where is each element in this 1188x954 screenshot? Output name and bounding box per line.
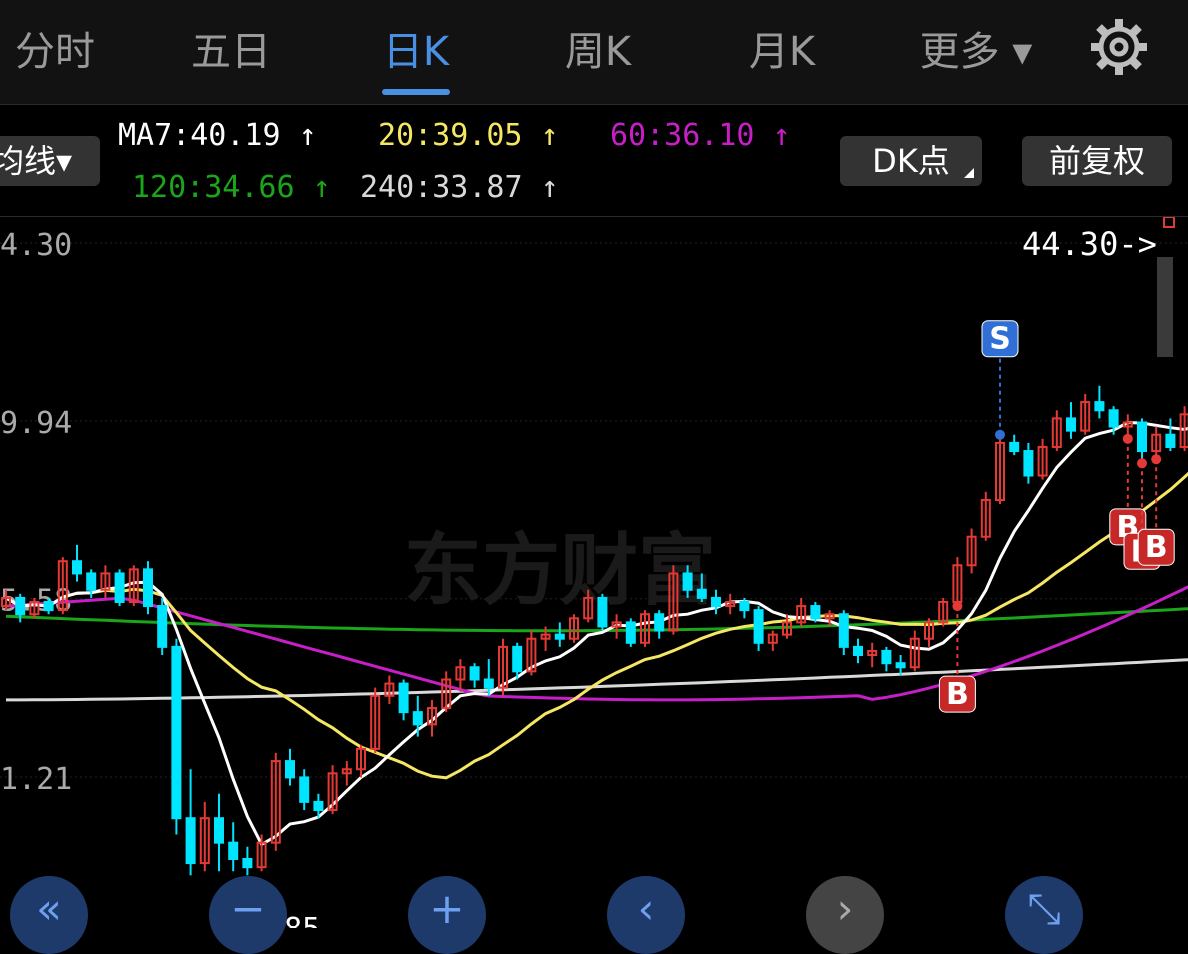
candle-body	[242, 857, 253, 869]
candle-body	[753, 609, 764, 644]
signal-label: B	[946, 677, 969, 712]
chevron-right-icon: ›	[836, 884, 854, 933]
candle-body	[881, 649, 892, 665]
dk-point-label: DK点	[872, 142, 950, 180]
ma120-value: 120:34.66 ↑	[132, 170, 331, 205]
candle-body	[15, 596, 26, 616]
candle-body	[810, 605, 821, 620]
candle-body	[398, 682, 409, 714]
ma20-value: 20:39.05 ↑	[378, 118, 559, 153]
ma-lines	[5, 420, 1188, 847]
expand-icon: ⤡	[1027, 884, 1061, 933]
candle-body	[185, 817, 196, 865]
candle-body	[412, 711, 423, 726]
ma-type-label: 均线▾	[0, 142, 73, 180]
candle-body	[1137, 421, 1147, 453]
active-tab-indicator	[382, 89, 450, 95]
candle-body	[86, 572, 97, 591]
y-tick-label: 9.94	[0, 406, 72, 441]
candle-body	[682, 572, 693, 591]
chevron-left-icon: ‹	[637, 884, 655, 933]
double-chevron-left-icon: «	[36, 884, 62, 933]
candle-body	[43, 600, 54, 612]
candle-body	[214, 817, 224, 844]
ma60-value: 60:36.10 ↑	[610, 118, 791, 153]
period-tab-bar: 分时 五日 日K 周K 月K 更多 ▾	[0, 0, 1188, 104]
tab-intraday[interactable]: 分时	[0, 24, 110, 80]
candle-body	[1066, 417, 1076, 432]
candle-body	[228, 841, 239, 860]
candle-body	[739, 600, 750, 612]
candle-body	[711, 596, 721, 608]
signal-label: S	[989, 322, 1011, 357]
ma240-value: 240:33.87 ↑	[360, 170, 559, 205]
dropdown-corner-icon	[964, 168, 974, 178]
zoom-out-button[interactable]: −	[209, 876, 287, 954]
candle-body	[597, 596, 608, 628]
candle-body	[114, 572, 125, 603]
candle-body	[1009, 441, 1020, 453]
candle-body	[157, 605, 168, 648]
candle-body	[838, 613, 849, 648]
tab-five-day[interactable]: 五日	[176, 24, 286, 80]
y-axis-labels: 4.309.945.581.21	[0, 228, 72, 797]
ma240-line	[6, 658, 1188, 702]
zoom-in-icon: +	[429, 884, 465, 933]
tab-more[interactable]: 更多 ▾	[906, 24, 1046, 80]
tab-daily-k[interactable]: 日K	[370, 24, 462, 80]
adjust-forward-button[interactable]: 前复权	[1022, 136, 1172, 186]
candle-body	[299, 776, 310, 803]
signal-label: B	[1145, 530, 1168, 565]
max-price-marker-box	[1163, 217, 1175, 228]
candle-body	[1165, 433, 1176, 448]
scroll-left-button[interactable]: ‹	[607, 876, 685, 954]
candle-body	[696, 588, 707, 599]
candle-body	[483, 678, 494, 689]
candle-body	[512, 645, 523, 673]
zoom-in-button[interactable]: +	[408, 876, 486, 954]
kline-chart[interactable]: 东方财富 4.309.945.581.21 SBBBB 44.30-> 30.8…	[0, 217, 1188, 928]
fullscreen-button[interactable]: ⤡	[1005, 876, 1083, 954]
candle-body	[554, 633, 565, 640]
dk-point-button[interactable]: DK点	[840, 136, 982, 186]
trade-signals: SBBBB	[938, 320, 1175, 713]
price-scrollbar[interactable]	[1157, 257, 1173, 357]
tab-monthly-k[interactable]: 月K	[736, 24, 828, 80]
ma7-line	[5, 420, 1188, 847]
gear-icon[interactable]	[1089, 17, 1149, 77]
scroll-start-button[interactable]: «	[10, 876, 88, 954]
ma-type-select[interactable]: 均线▾	[0, 136, 100, 186]
candle-body	[1108, 409, 1119, 428]
max-price-label: 44.30->	[1022, 225, 1157, 263]
y-tick-label: 1.21	[0, 762, 72, 797]
candle-body	[895, 662, 906, 669]
candle-body	[285, 760, 295, 779]
candle-body	[654, 613, 665, 632]
candle-body	[625, 621, 636, 644]
zoom-out-icon: −	[230, 884, 266, 933]
candle-body	[313, 800, 324, 812]
y-tick-label: 4.30	[0, 228, 72, 263]
ma20-line	[5, 471, 1188, 780]
candle-body	[853, 645, 863, 657]
candle-body	[171, 645, 182, 820]
candle-body	[1023, 450, 1034, 477]
scroll-right-button[interactable]: ›	[806, 876, 884, 954]
tab-weekly-k[interactable]: 周K	[552, 24, 644, 80]
candle-body	[72, 560, 82, 575]
candle-body	[1094, 401, 1105, 412]
candle-body	[143, 568, 153, 608]
candle-body	[469, 666, 480, 681]
ma7-value: MA7:40.19 ↑	[118, 118, 317, 153]
